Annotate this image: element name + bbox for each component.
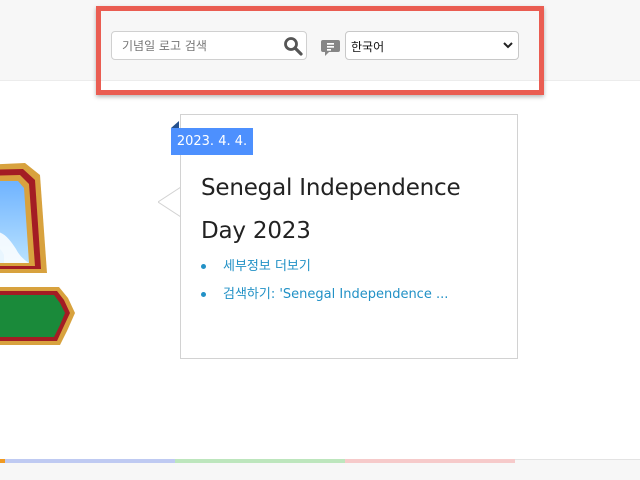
more-details-link[interactable]: 세부정보 더보기	[223, 256, 311, 277]
speech-bubble-icon	[321, 40, 340, 56]
date-badge: 2023. 4. 4.	[171, 128, 253, 155]
chevron-down-icon	[503, 42, 513, 49]
list-item: 세부정보 더보기	[201, 256, 501, 284]
card-pointer	[158, 187, 182, 217]
card-links: 세부정보 더보기 검색하기: 'Senegal Independence ...	[201, 256, 501, 312]
language-select[interactable]: 한국어	[345, 31, 519, 60]
progress-segment-green	[175, 459, 345, 463]
doodle-title: Senegal Independence Day 2023	[201, 167, 501, 253]
search-button[interactable]	[282, 35, 304, 57]
top-search-bar: 한국어	[0, 0, 640, 81]
doodle-title-line2: Day 2023	[201, 218, 311, 244]
bullet-icon	[201, 292, 206, 297]
doodle-detail-page: 한국어 2023. 4. 4. Senegal Inde	[0, 0, 640, 480]
search-icon	[284, 37, 303, 56]
ribbon-fold	[171, 121, 179, 128]
search-box	[111, 31, 307, 60]
doodle-search-input[interactable]	[112, 32, 276, 59]
progress-segment-blue	[5, 459, 175, 463]
bullet-icon	[201, 264, 206, 269]
language-selected-value: 한국어	[351, 40, 385, 54]
list-item: 검색하기: 'Senegal Independence ...	[201, 284, 501, 312]
progress-segment-red	[345, 459, 515, 463]
search-link[interactable]: 검색하기: 'Senegal Independence ...	[223, 284, 473, 305]
doodle-logo-image[interactable]	[0, 155, 96, 360]
doodle-title-line1: Senegal Independence	[201, 175, 461, 201]
